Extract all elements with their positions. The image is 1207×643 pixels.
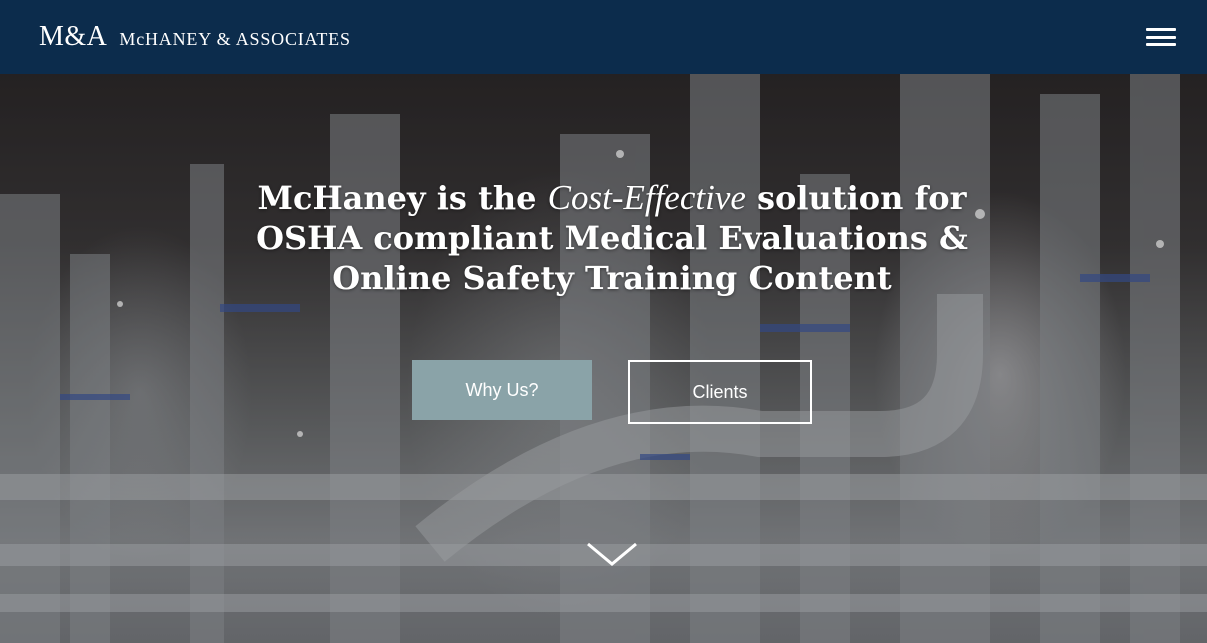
why-us-button[interactable]: Why Us? <box>412 360 592 420</box>
hero-section: McHaney is the Cost-Effective solution f… <box>0 74 1207 643</box>
headline-emphasis: Cost-Effective <box>547 178 746 217</box>
hamburger-bar <box>1146 43 1176 46</box>
headline-text-start: McHaney is the <box>257 179 548 217</box>
hamburger-bar <box>1146 28 1176 31</box>
brand-logo-link[interactable]: M&A McHANEY & ASSOCIATES <box>39 21 351 53</box>
clients-button[interactable]: Clients <box>628 360 812 424</box>
hero-headline: McHaney is the Cost-Effective solution f… <box>203 178 1021 298</box>
logo-wordmark: McHANEY & ASSOCIATES <box>119 29 351 49</box>
logo-monogram: M&A <box>39 21 108 52</box>
chevron-down-icon[interactable] <box>586 542 638 568</box>
hamburger-bar <box>1146 35 1176 39</box>
site-header: M&A McHANEY & ASSOCIATES <box>0 0 1207 74</box>
hamburger-menu-icon[interactable] <box>1146 28 1176 46</box>
